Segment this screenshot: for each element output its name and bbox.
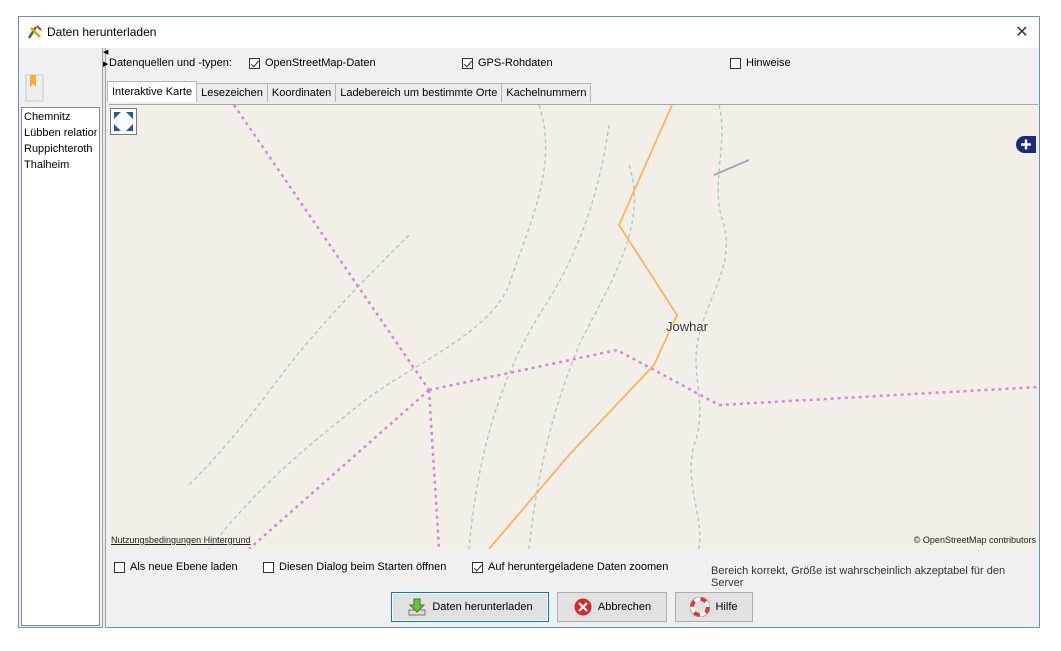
expand-right-icon[interactable]: ▶ bbox=[103, 61, 108, 68]
zoom-in-button[interactable] bbox=[1016, 136, 1036, 153]
list-item[interactable]: Ruppichteroth bbox=[24, 141, 97, 157]
city-label: Jowhar bbox=[666, 319, 708, 334]
background-strip bbox=[20, 628, 106, 644]
new-layer-checkbox[interactable]: Als neue Ebene laden bbox=[114, 561, 238, 573]
checkbox-label: OpenStreetMap-Daten bbox=[265, 57, 376, 69]
checkbox-box[interactable] bbox=[249, 57, 260, 69]
tab-interactive-map[interactable]: Interaktive Karte bbox=[107, 81, 198, 102]
download-button[interactable]: Daten herunterladen bbox=[391, 592, 549, 622]
gps-data-checkbox[interactable]: GPS-Rohdaten bbox=[462, 57, 553, 69]
checkbox-box[interactable] bbox=[263, 561, 274, 573]
terms-link[interactable]: Nutzungsbedingungen Hintergrund bbox=[111, 535, 251, 545]
help-button[interactable]: Hilfe bbox=[675, 592, 753, 622]
bookmark-icon bbox=[25, 74, 44, 102]
checkbox-label: Auf heruntergeladene Daten zoomen bbox=[488, 561, 669, 573]
tab-tile-numbers[interactable]: Kachelnummern bbox=[501, 83, 592, 102]
download-dialog: Daten herunterladen ✕ Chemnitz Lübben re… bbox=[18, 16, 1040, 628]
interactive-map[interactable]: Jowhar Nutzungsbedingungen Hintergrund ©… bbox=[109, 104, 1038, 549]
cancel-button[interactable]: Abbrechen bbox=[557, 592, 667, 622]
checkbox-label: Als neue Ebene laden bbox=[130, 561, 238, 573]
fullscreen-button[interactable] bbox=[110, 108, 137, 135]
splitter[interactable] bbox=[102, 48, 106, 628]
tab-bookmarks[interactable]: Lesezeichen bbox=[196, 83, 268, 102]
osm-data-checkbox[interactable]: OpenStreetMap-Daten bbox=[249, 57, 376, 69]
cancel-icon bbox=[574, 598, 592, 616]
collapse-left-icon[interactable]: ◀ bbox=[103, 49, 108, 56]
checkbox-label: GPS-Rohdaten bbox=[478, 57, 553, 69]
open-on-start-checkbox[interactable]: Diesen Dialog beim Starten öffnen bbox=[263, 561, 446, 573]
lifebuoy-icon bbox=[690, 597, 711, 617]
download-icon bbox=[408, 598, 426, 616]
status-text: Bereich korrekt, Größe ist wahrscheinlic… bbox=[711, 565, 1006, 589]
close-button[interactable]: ✕ bbox=[1005, 17, 1039, 48]
tab-area-around-places[interactable]: Ladebereich um bestimmte Orte bbox=[335, 83, 503, 102]
bookmark-list[interactable]: Chemnitz Lübben relation Ruppichteroth T… bbox=[21, 107, 100, 626]
help-button-label: Hilfe bbox=[715, 601, 738, 613]
checkbox-label: Diesen Dialog beim Starten öffnen bbox=[279, 561, 447, 573]
download-button-label: Daten herunterladen bbox=[432, 601, 533, 613]
checkbox-box[interactable] bbox=[730, 57, 741, 69]
notes-checkbox[interactable]: Hinweise bbox=[730, 57, 791, 69]
checkbox-label: Hinweise bbox=[746, 57, 791, 69]
checkbox-box[interactable] bbox=[472, 561, 483, 573]
list-item[interactable]: Lübben relation bbox=[24, 125, 97, 141]
josm-app-icon bbox=[27, 25, 42, 39]
zoom-to-data-checkbox[interactable]: Auf heruntergeladene Daten zoomen bbox=[472, 561, 668, 573]
title-bar: Daten herunterladen ✕ bbox=[19, 17, 1039, 48]
attribution-link[interactable]: © OpenStreetMap contributors bbox=[914, 535, 1036, 545]
map-graphics bbox=[188, 105, 1038, 549]
tab-coordinates[interactable]: Koordinaten bbox=[266, 83, 337, 102]
checkbox-box[interactable] bbox=[462, 57, 473, 69]
list-item[interactable]: Chemnitz bbox=[24, 109, 97, 125]
cancel-button-label: Abbrechen bbox=[597, 601, 652, 613]
sources-label: Datenquellen und -typen: bbox=[109, 57, 232, 69]
tab-bar: Interaktive Karte Lesezeichen Koordinate… bbox=[107, 81, 592, 102]
checkbox-box[interactable] bbox=[114, 561, 125, 573]
plus-icon bbox=[1021, 139, 1031, 150]
list-item[interactable]: Thalheim bbox=[24, 157, 97, 173]
expand-icon bbox=[114, 112, 133, 131]
window-title: Daten herunterladen bbox=[47, 25, 157, 39]
